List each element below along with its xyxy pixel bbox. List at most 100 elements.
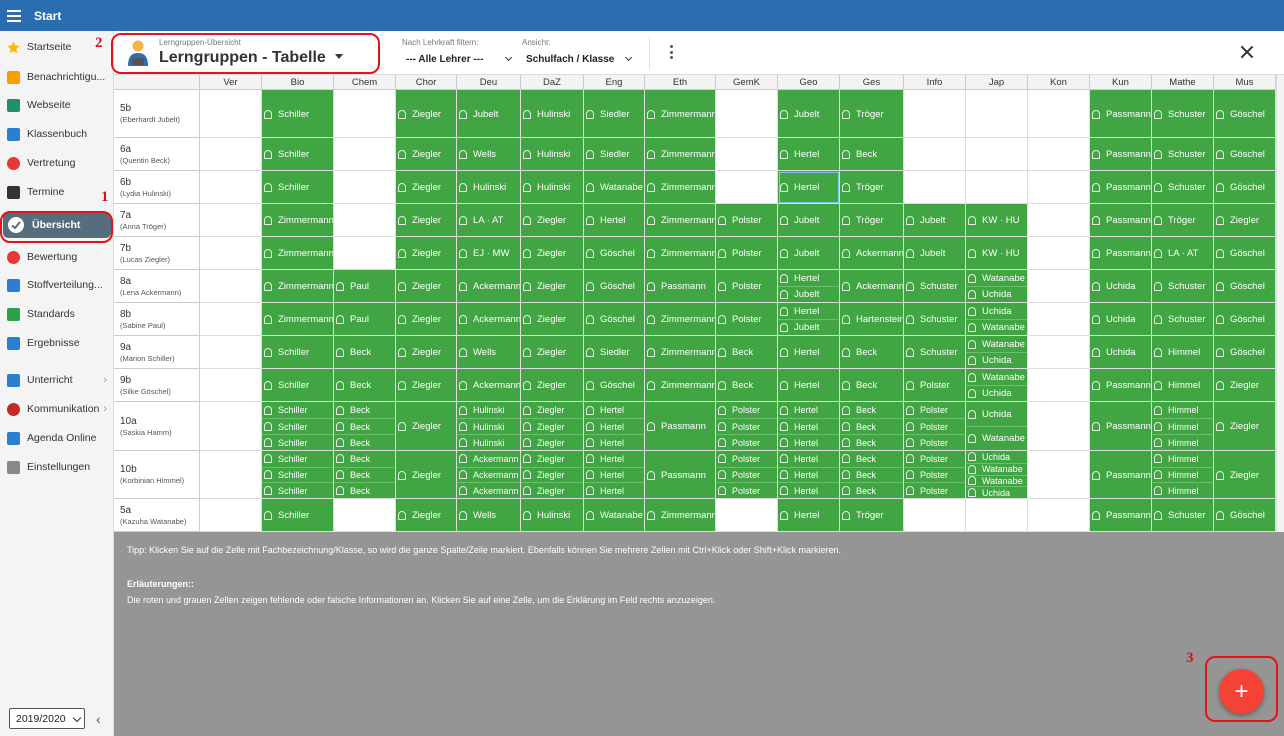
table-cell[interactable]: Zimmermann xyxy=(262,303,334,336)
table-cell[interactable]: Passmann xyxy=(1090,369,1152,402)
table-cell[interactable]: Passmann xyxy=(1090,499,1152,532)
column-header-ges[interactable]: Ges xyxy=(840,75,904,90)
table-cell[interactable]: Passmann xyxy=(645,270,716,303)
table-cell[interactable]: Ziegler xyxy=(396,336,457,369)
table-cell[interactable] xyxy=(334,204,396,237)
table-cell[interactable]: Zimmermann xyxy=(262,270,334,303)
table-cell[interactable]: Ziegler xyxy=(521,270,584,303)
table-cell[interactable]: Schuster xyxy=(1152,171,1214,204)
table-cell[interactable]: Uchida xyxy=(1090,336,1152,369)
table-cell[interactable]: Beck xyxy=(840,138,904,171)
table-cell[interactable] xyxy=(334,237,396,270)
table-cell[interactable]: Ziegler Ziegler Ziegler xyxy=(521,402,584,451)
table-cell[interactable]: Ziegler xyxy=(521,369,584,402)
sidebar-item-stoffverteilung[interactable]: Stoffverteilung... xyxy=(0,271,113,299)
table-cell[interactable]: Ziegler xyxy=(396,303,457,336)
table-cell[interactable]: Beck Beck Beck xyxy=(840,402,904,451)
table-cell[interactable]: Schiller xyxy=(262,138,334,171)
table-cell[interactable]: Beck xyxy=(716,336,778,369)
teacher-filter-select[interactable]: --- Alle Lehrer --- xyxy=(406,53,514,65)
table-cell[interactable] xyxy=(200,336,262,369)
table-cell[interactable]: Hertel Jubelt xyxy=(778,303,840,336)
table-cell[interactable]: LA · AT xyxy=(457,204,521,237)
table-cell[interactable]: Polster Polster Polster xyxy=(716,402,778,451)
row-header-7b[interactable]: 7b (Lucas Ziegler) xyxy=(114,237,200,270)
table-cell[interactable] xyxy=(1028,270,1090,303)
table-cell[interactable] xyxy=(1028,369,1090,402)
table-cell[interactable]: Ziegler xyxy=(1214,369,1276,402)
table-cell[interactable]: Ziegler xyxy=(396,402,457,451)
table-cell[interactable]: Zimmermann xyxy=(645,499,716,532)
table-cell[interactable]: Göschel xyxy=(584,270,645,303)
table-cell[interactable]: Uchida Watanabe Watanabe Uchida xyxy=(966,451,1028,499)
row-header-5b[interactable]: 5b (Eberhardt Jubelt) xyxy=(114,90,200,138)
sidebar-item-termine[interactable]: Termine xyxy=(0,178,113,206)
table-cell[interactable]: Jubelt xyxy=(904,237,966,270)
table-cell[interactable]: Göschel xyxy=(1214,499,1276,532)
table-cell[interactable]: Polster xyxy=(716,237,778,270)
table-cell[interactable]: Ackermann xyxy=(840,237,904,270)
hamburger-menu-icon[interactable] xyxy=(7,9,21,22)
caret-down-icon[interactable] xyxy=(335,54,343,59)
table-cell[interactable]: Schuster xyxy=(1152,138,1214,171)
table-cell[interactable]: Paul xyxy=(334,270,396,303)
row-header-6b[interactable]: 6b (Lydia Hulinski) xyxy=(114,171,200,204)
table-cell[interactable]: Ziegler xyxy=(521,237,584,270)
table-cell[interactable]: Tröger xyxy=(840,204,904,237)
table-cell[interactable]: Göschel xyxy=(1214,138,1276,171)
table-cell[interactable] xyxy=(1028,336,1090,369)
table-cell[interactable]: EJ · MW xyxy=(457,237,521,270)
table-cell[interactable]: Schuster xyxy=(1152,270,1214,303)
column-header-geo[interactable]: Geo xyxy=(778,75,840,90)
table-cell[interactable]: Jubelt xyxy=(778,204,840,237)
sidebar-item-einstellungen[interactable]: Einstellungen xyxy=(0,453,113,481)
row-header-9b[interactable]: 9b (Silke Göschel) xyxy=(114,369,200,402)
table-cell[interactable]: Polster xyxy=(904,369,966,402)
table-cell[interactable]: Schuster xyxy=(904,303,966,336)
column-header-kon[interactable]: Kon xyxy=(1028,75,1090,90)
table-cell[interactable] xyxy=(716,138,778,171)
sidebar-item-ergebnisse[interactable]: Ergebnisse xyxy=(0,329,113,357)
table-cell[interactable]: Siedler xyxy=(584,138,645,171)
table-cell[interactable]: Paul xyxy=(334,303,396,336)
table-cell[interactable]: Hertel Hertel Hertel xyxy=(584,451,645,499)
table-cell[interactable]: Passmann xyxy=(1090,138,1152,171)
table-cell[interactable]: Zimmermann xyxy=(645,138,716,171)
table-cell[interactable]: Polster xyxy=(716,204,778,237)
column-header-daz[interactable]: DaZ xyxy=(521,75,584,90)
table-cell[interactable]: Passmann xyxy=(1090,237,1152,270)
table-cell[interactable]: Polster Polster Polster xyxy=(904,402,966,451)
table-cell[interactable] xyxy=(1028,90,1090,138)
add-fab-button[interactable]: + xyxy=(1219,669,1264,714)
table-cell[interactable]: Hulinski xyxy=(521,90,584,138)
table-cell[interactable] xyxy=(334,138,396,171)
table-cell[interactable]: Beck xyxy=(840,369,904,402)
table-cell[interactable]: Zimmermann xyxy=(645,303,716,336)
table-cell[interactable]: Ackermann xyxy=(457,303,521,336)
table-cell[interactable]: Schiller Schiller Schiller xyxy=(262,402,334,451)
table-cell[interactable] xyxy=(904,499,966,532)
table-cell[interactable]: Göschel xyxy=(1214,303,1276,336)
table-cell[interactable] xyxy=(904,171,966,204)
table-cell[interactable]: Passmann xyxy=(1090,402,1152,451)
table-cell[interactable]: Hulinski xyxy=(457,171,521,204)
table-cell[interactable]: Hartenstein xyxy=(840,303,904,336)
table-cell[interactable]: Watanabe xyxy=(584,499,645,532)
table-cell[interactable] xyxy=(200,171,262,204)
table-cell[interactable]: Hertel xyxy=(778,369,840,402)
table-cell[interactable]: Ackermann xyxy=(840,270,904,303)
sidebar-item-vertretung[interactable]: Vertretung xyxy=(0,149,113,177)
sidebar-item-webseite[interactable]: Webseite xyxy=(0,91,113,119)
column-header-gemk[interactable]: GemK xyxy=(716,75,778,90)
sidebar-item-benachrichtigu[interactable]: Benachrichtigu... xyxy=(0,63,113,91)
table-cell[interactable]: Schiller xyxy=(262,369,334,402)
table-cell[interactable]: Ziegler xyxy=(396,204,457,237)
table-cell[interactable]: Uchida Watanabe xyxy=(966,303,1028,336)
table-cell[interactable]: Uchida xyxy=(1090,303,1152,336)
table-cell[interactable]: Passmann xyxy=(1090,204,1152,237)
table-cell[interactable] xyxy=(200,369,262,402)
table-cell[interactable]: Hertel Hertel Hertel xyxy=(778,402,840,451)
table-cell[interactable]: Hertel xyxy=(778,171,840,204)
table-cell[interactable]: Zimmermann xyxy=(645,204,716,237)
table-cell[interactable]: Hertel Hertel Hertel xyxy=(584,402,645,451)
